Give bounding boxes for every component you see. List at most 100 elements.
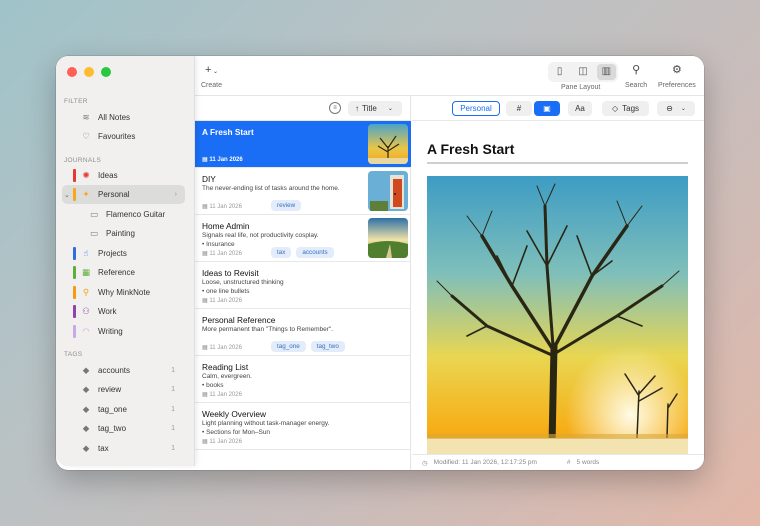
note-snippet: More permanent than "Things to Remember"… [202, 326, 334, 333]
sidebar-item-why-minknote[interactable]: ⚲ Why MinkNote [56, 283, 195, 302]
sidebar-item-projects[interactable]: ☝ Projects [56, 244, 195, 263]
pane-layout-text: Pane Layout [561, 84, 601, 91]
two-pane-icon[interactable]: ◫ [573, 64, 592, 80]
sidebar-item-all-notes[interactable]: ≋ All Notes [56, 108, 195, 127]
tag-chip[interactable]: tag_two [310, 341, 345, 352]
note-item-ideas-to-revisit[interactable]: Ideas to Revisit Loose, unstructured thi… [195, 262, 411, 309]
sidebar-item-label: All Notes [98, 113, 131, 122]
sidebar-item-label: Projects [98, 249, 127, 258]
sidebar-item-label: tag_two [98, 424, 127, 433]
sort-button[interactable]: ↑ Title ⌄ [348, 101, 402, 116]
single-pane-icon[interactable]: ▯ [550, 64, 569, 80]
sidebar-item-ideas[interactable]: ✺ Ideas [56, 166, 195, 185]
tags-heading: TAGS [64, 351, 83, 358]
note-item-personal-reference[interactable]: Personal Reference More permanent than "… [195, 309, 411, 356]
heading-button[interactable]: # [506, 101, 532, 116]
sidebar-item-label: Work [98, 307, 117, 316]
note-date-text: 11 Jan 2026 [209, 345, 242, 351]
three-pane-icon[interactable]: ▥ [596, 64, 616, 80]
note-tags: tax accounts [271, 247, 334, 258]
note-thumbnail [368, 124, 408, 164]
sidebar-item-label: accounts [98, 366, 131, 375]
tag-count: 1 [171, 386, 175, 393]
preferences-button[interactable]: ⚙ Preferences [658, 62, 696, 89]
tag-count: 1 [171, 406, 175, 413]
note-item-a-fresh-start[interactable]: A Fresh Start ▦ 11 Jan 2026 [195, 121, 411, 168]
sidebar-item-favourites[interactable]: ♡ Favourites [56, 127, 195, 146]
tag-chip[interactable]: tag_one [271, 341, 306, 352]
note-date: ▦ 11 Jan 2026 [202, 298, 242, 304]
people-icon: ⚇ [82, 306, 90, 316]
note-snippet: The never-ending list of tasks around th… [202, 185, 340, 192]
tag-icon: ◇ [611, 104, 619, 113]
sidebar-item-reference[interactable]: ▦ Reference [56, 263, 195, 282]
sidebar-tag-tag-one[interactable]: ◆ tag_one 1 [56, 400, 195, 419]
journal-pill[interactable]: Personal [452, 101, 500, 116]
sidebar-item-personal[interactable]: ⌄ ✦ Personal › [62, 185, 185, 204]
rainbow-icon: ◠ [82, 326, 90, 336]
search-label: Search [625, 82, 648, 89]
tags-button[interactable]: ◇ Tags [602, 101, 649, 116]
tag-icon: ◆ [82, 365, 90, 375]
note-image[interactable] [427, 176, 688, 454]
tag-chip[interactable]: review [271, 200, 302, 211]
tag-icon: ◆ [82, 423, 90, 433]
tag-chip[interactable]: accounts [296, 247, 334, 258]
sidebar-item-label: tax [98, 444, 109, 453]
walker-icon: ✦ [82, 189, 90, 199]
note-title: Reading List [202, 362, 249, 372]
sidebar-item-label: Ideas [98, 171, 118, 180]
sidebar-tag-review[interactable]: ◆ review 1 [56, 380, 195, 399]
note-item-diy[interactable]: DIY The never-ending list of tasks aroun… [195, 168, 411, 215]
tag-icon: ◆ [82, 443, 90, 453]
note-date-text: 11 Jan 2026 [209, 251, 242, 257]
sidebar-item-painting[interactable]: ▭ Painting [56, 224, 195, 243]
note-item-reading-list[interactable]: Reading List Calm, evergreen. • books ▦ 1… [195, 356, 411, 403]
sidebar-tag-tag-two[interactable]: ◆ tag_two 1 [56, 419, 195, 438]
note-date-text: 11 Jan 2026 [209, 392, 242, 398]
close-window-button[interactable] [67, 67, 77, 77]
search-button[interactable]: ⚲ Search [625, 62, 647, 89]
journal-color-bar [73, 247, 76, 260]
note-item-weekly-overview[interactable]: Weekly Overview Light planning without t… [195, 403, 411, 450]
note-bullet: one line bullets [206, 287, 250, 295]
note-item-home-admin[interactable]: Home Admin Signals real life, not produc… [195, 215, 411, 262]
sidebar-item-writing[interactable]: ◠ Writing [56, 322, 195, 341]
folder-icon: ▭ [89, 209, 99, 219]
filter-icon[interactable]: ≡ [329, 102, 341, 114]
sidebar-item-label: Writing [98, 327, 123, 336]
note-tags: tag_one tag_two [271, 341, 345, 352]
note-title: Personal Reference [202, 315, 276, 325]
filter-heading: FILTER [64, 98, 88, 105]
sidebar-tag-accounts[interactable]: ◆ accounts 1 [56, 361, 195, 380]
note-date-text: 11 Jan 2026 [209, 439, 242, 445]
more-menu-button[interactable]: ⊖ ⌄ [657, 101, 695, 116]
tag-icon: ◆ [82, 384, 90, 394]
sidebar-item-flamenco-guitar[interactable]: ▭ Flamenco Guitar [56, 205, 195, 224]
minimize-window-button[interactable] [84, 67, 94, 77]
tag-chip[interactable]: tax [271, 247, 292, 258]
note-bullet: Sections for Mon–Sun [206, 428, 271, 436]
note-snippet: Calm, evergreen. • books [202, 373, 252, 389]
font-button[interactable]: Aa [568, 101, 592, 116]
sidebar-item-label: review [98, 385, 122, 394]
sidebar-tag-tax[interactable]: ◆ tax 1 [56, 439, 195, 458]
zoom-window-button[interactable] [101, 67, 111, 77]
map-icon: ▦ [81, 267, 91, 277]
markdown-icon[interactable]: ▣ [534, 101, 560, 116]
journal-color-bar [73, 188, 76, 201]
tag-count: 1 [171, 445, 175, 452]
hash-icon: # [566, 459, 571, 466]
layers-icon: ≋ [82, 112, 90, 122]
gear-icon: ⚙ [671, 64, 682, 76]
create-button[interactable]: + ⌄ Create [201, 62, 222, 89]
note-date: ▦ 11 Jan 2026 [202, 157, 243, 163]
note-title: DIY [202, 174, 216, 184]
sidebar-item-work[interactable]: ⚇ Work [56, 302, 195, 321]
chevron-down-icon[interactable]: ⌄ [64, 191, 70, 199]
preferences-label: Preferences [658, 82, 696, 89]
tag-icon: ◆ [82, 404, 90, 414]
note-heading[interactable]: A Fresh Start [427, 141, 514, 157]
sidebar-item-label: Personal [98, 190, 130, 199]
editor-toolbar: Personal # ▣ Aa ◇ Tags ⊖ ⌄ [412, 96, 704, 121]
